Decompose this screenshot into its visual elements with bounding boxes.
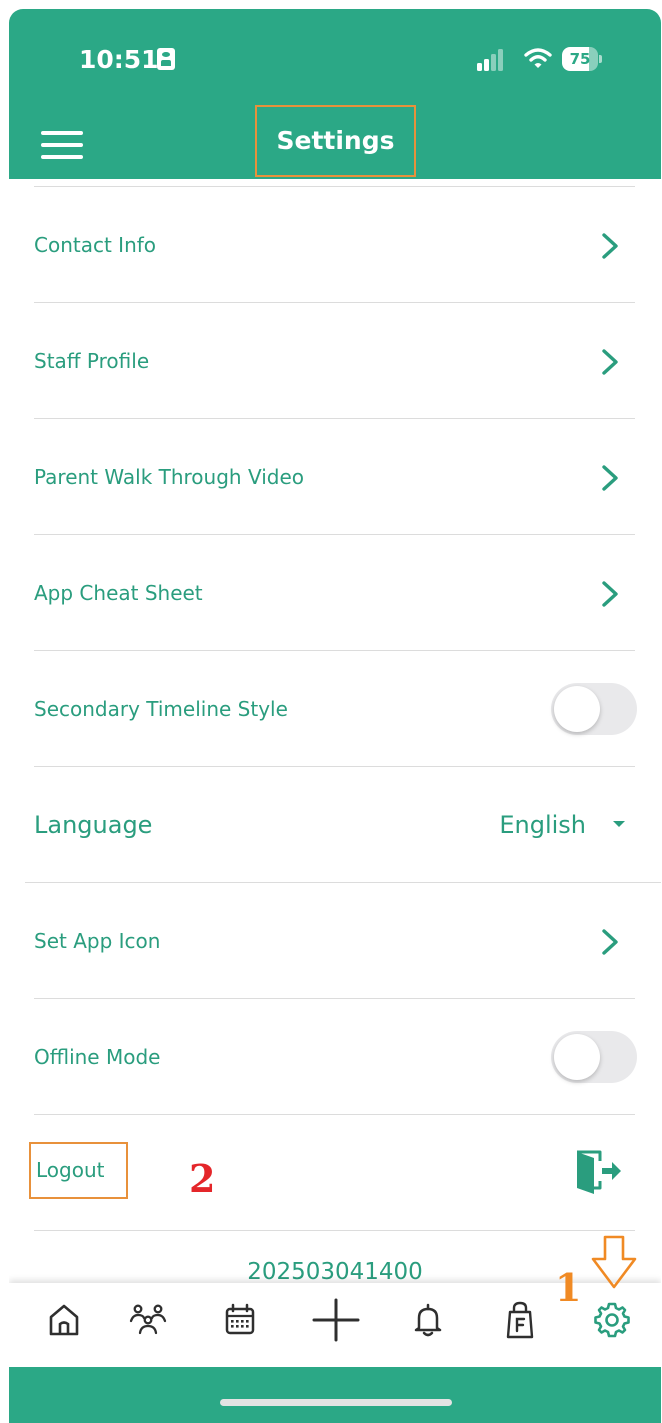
app-screen: 10:51 75 Settings Contact Info Staff Pro… — [9, 9, 661, 1423]
bottom-bar — [9, 1367, 661, 1423]
offline-mode-toggle[interactable] — [551, 1031, 637, 1083]
secondary-timeline-style-toggle[interactable] — [551, 683, 637, 735]
page-title: Settings — [276, 126, 395, 155]
chevron-right-icon — [602, 929, 618, 955]
divider — [34, 1230, 635, 1231]
settings-item-label: Staff Profile — [34, 349, 150, 373]
logout-highlight-box: Logout — [29, 1142, 128, 1199]
chevron-right-icon — [602, 349, 618, 375]
calendar-icon — [225, 1303, 255, 1335]
language-label: Language — [34, 811, 153, 839]
caret-down-icon[interactable] — [613, 821, 625, 827]
settings-item-logout[interactable]: Logout 2 — [9, 1115, 661, 1231]
f-bag-icon — [506, 1301, 534, 1339]
step-2-marker: 2 — [189, 1156, 216, 1201]
chevron-right-icon — [602, 465, 618, 491]
logout-label[interactable]: Logout — [36, 1144, 104, 1196]
app-header: 10:51 75 Settings — [9, 9, 661, 179]
tab-people[interactable] — [123, 1295, 173, 1345]
status-time: 10:51 — [79, 45, 159, 74]
battery-percent: 75 — [569, 50, 591, 68]
title-highlight-box: Settings — [255, 105, 416, 177]
logout-door-icon[interactable] — [573, 1148, 623, 1194]
chevron-right-icon — [602, 233, 618, 259]
settings-item-label: Offline Mode — [34, 1045, 161, 1069]
settings-item-set-app-icon[interactable]: Set App Icon — [9, 883, 661, 999]
settings-item-label: Parent Walk Through Video — [34, 465, 304, 489]
home-indicator[interactable] — [220, 1399, 452, 1406]
arrow-down-icon — [591, 1235, 637, 1289]
home-icon — [49, 1304, 79, 1336]
step-1-marker: 1 — [555, 1265, 582, 1310]
plus-icon — [312, 1298, 360, 1342]
settings-item-offline-mode: Offline Mode — [9, 999, 661, 1115]
wifi-icon — [524, 48, 552, 68]
language-dropdown[interactable]: English — [499, 767, 586, 883]
settings-item-label: Contact Info — [34, 233, 157, 257]
settings-item-label: Secondary Timeline Style — [34, 697, 288, 721]
battery-indicator: 75 — [562, 47, 602, 71]
gear-icon — [594, 1302, 630, 1338]
settings-item-label: App Cheat Sheet — [34, 581, 203, 605]
tab-f-bag[interactable] — [495, 1295, 545, 1345]
people-icon — [129, 1304, 167, 1335]
contact-card-icon — [157, 48, 175, 70]
tab-calendar[interactable] — [215, 1295, 265, 1345]
tab-settings[interactable] — [587, 1295, 637, 1345]
hamburger-menu-icon[interactable] — [41, 131, 83, 161]
settings-item-app-cheat-sheet[interactable]: App Cheat Sheet — [9, 535, 661, 651]
tab-notifications[interactable] — [403, 1295, 453, 1345]
tab-add[interactable] — [311, 1295, 361, 1345]
settings-item-language: Language English — [9, 767, 661, 883]
cell-signal-icon — [477, 49, 507, 71]
settings-item-label: Set App Icon — [34, 929, 161, 953]
chevron-right-icon — [602, 581, 618, 607]
settings-item-contact-info[interactable]: Contact Info — [9, 187, 661, 303]
bell-icon — [414, 1303, 442, 1337]
tab-home[interactable] — [39, 1295, 89, 1345]
settings-item-parent-walk-through-video[interactable]: Parent Walk Through Video — [9, 419, 661, 535]
settings-item-secondary-timeline-style: Secondary Timeline Style — [9, 651, 661, 767]
settings-item-staff-profile[interactable]: Staff Profile — [9, 303, 661, 419]
